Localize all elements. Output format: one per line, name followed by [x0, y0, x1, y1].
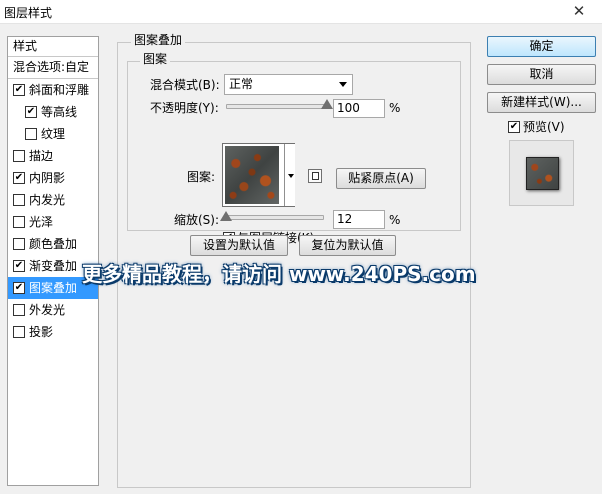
style-item-checkbox[interactable] — [13, 326, 25, 338]
blend-mode-select[interactable]: 正常 — [224, 74, 353, 95]
window-title: 图层样式 — [4, 6, 53, 20]
style-item-label: 等高线 — [41, 105, 78, 119]
pattern-overlay-title: 图案叠加 — [131, 33, 186, 47]
dialog-body: 样式 混合选项:自定 ✔ 斜面和浮雕 ✔ 等高线纹理描边 ✔ 内阴影内发光光泽颜色叠加 ✔ 渐… — [0, 24, 602, 494]
style-item-checkbox[interactable]: ✔ — [25, 106, 37, 118]
new-preset-button[interactable] — [308, 169, 322, 183]
style-item[interactable]: ✔ 内阴影 — [8, 167, 98, 189]
style-item-label: 内阴影 — [29, 171, 66, 185]
style-item-checkbox[interactable] — [13, 238, 25, 250]
chevron-down-icon — [339, 82, 347, 87]
new-style-button[interactable]: 新建样式(W)... — [487, 92, 596, 113]
blend-options-item[interactable]: 混合选项:自定 — [8, 57, 98, 79]
scale-input[interactable]: 12 — [333, 210, 385, 229]
style-item[interactable]: 描边 — [8, 145, 98, 167]
watermark: 更多精品教程，请访问 www.240PS.com — [82, 262, 476, 286]
scale-slider-track[interactable] — [226, 215, 324, 220]
style-item-label: 图案叠加 — [29, 281, 78, 295]
style-item-label: 斜面和浮雕 — [29, 83, 90, 97]
style-preview — [509, 140, 574, 206]
style-item[interactable]: 内发光 — [8, 189, 98, 211]
style-item[interactable]: 光泽 — [8, 211, 98, 233]
opacity-slider-track[interactable] — [226, 104, 327, 109]
make-default-button[interactable]: 设置为默认值 — [190, 235, 288, 256]
style-list-header[interactable]: 样式 — [8, 37, 98, 57]
style-item-label: 颜色叠加 — [29, 237, 78, 251]
chevron-down-icon — [288, 174, 294, 178]
scale-slider-thumb[interactable] — [220, 211, 232, 221]
style-item[interactable]: 外发光 — [8, 299, 98, 321]
opacity-slider-thumb[interactable] — [321, 99, 333, 109]
style-item-checkbox[interactable]: ✔ — [13, 84, 25, 96]
ok-button[interactable]: 确定 — [487, 36, 596, 57]
style-item-label: 渐变叠加 — [29, 259, 78, 273]
rust-pattern-swatch — [225, 146, 279, 204]
new-page-icon — [312, 172, 319, 180]
opacity-percent: % — [389, 101, 401, 115]
pattern-dropdown[interactable] — [284, 144, 295, 206]
blend-mode-label: 混合模式(B): — [150, 78, 220, 92]
style-item-checkbox[interactable] — [13, 150, 25, 162]
style-item-checkbox[interactable] — [13, 194, 25, 206]
style-item[interactable]: 投影 — [8, 321, 98, 343]
preview-swatch — [526, 157, 559, 190]
style-item-label: 投影 — [29, 325, 54, 339]
style-item[interactable]: ✔ 斜面和浮雕 — [8, 79, 98, 101]
style-item-checkbox[interactable]: ✔ — [13, 260, 25, 272]
close-icon[interactable]: ✕ — [570, 2, 588, 20]
style-items: ✔ 斜面和浮雕 ✔ 等高线纹理描边 ✔ 内阴影内发光光泽颜色叠加 ✔ 渐变叠加 ✔ 图案叠加外发光… — [8, 79, 98, 343]
opacity-label: 不透明度(Y): — [150, 101, 219, 115]
style-item[interactable]: ✔ 等高线 — [8, 101, 98, 123]
style-item-label: 光泽 — [29, 215, 54, 229]
snap-origin-button[interactable]: 贴紧原点(A) — [336, 168, 426, 189]
style-item-label: 内发光 — [29, 193, 66, 207]
preview-checkbox[interactable]: ✔ — [508, 121, 520, 133]
pattern-subgroup-title: 图案 — [140, 52, 171, 66]
style-item-label: 描边 — [29, 149, 54, 163]
style-item-checkbox[interactable]: ✔ — [13, 282, 25, 294]
opacity-input[interactable]: 100 — [333, 99, 385, 118]
preview-label: 预览(V) — [523, 120, 565, 134]
title-bar: 图层样式 ✕ — [0, 0, 602, 24]
style-item-label: 纹理 — [41, 127, 66, 141]
style-item-checkbox[interactable]: ✔ — [13, 172, 25, 184]
scale-percent: % — [389, 213, 401, 227]
pattern-label: 图案: — [187, 170, 216, 184]
style-item[interactable]: 纹理 — [8, 123, 98, 145]
style-item-checkbox[interactable] — [13, 216, 25, 228]
style-item[interactable]: 颜色叠加 — [8, 233, 98, 255]
style-item-checkbox[interactable] — [25, 128, 37, 140]
style-item-label: 外发光 — [29, 303, 66, 317]
blend-mode-value: 正常 — [229, 77, 254, 91]
scale-label: 缩放(S): — [174, 213, 220, 227]
pattern-picker[interactable] — [222, 143, 295, 207]
cancel-button[interactable]: 取消 — [487, 64, 596, 85]
reset-default-button[interactable]: 复位为默认值 — [299, 235, 396, 256]
style-item-checkbox[interactable] — [13, 304, 25, 316]
